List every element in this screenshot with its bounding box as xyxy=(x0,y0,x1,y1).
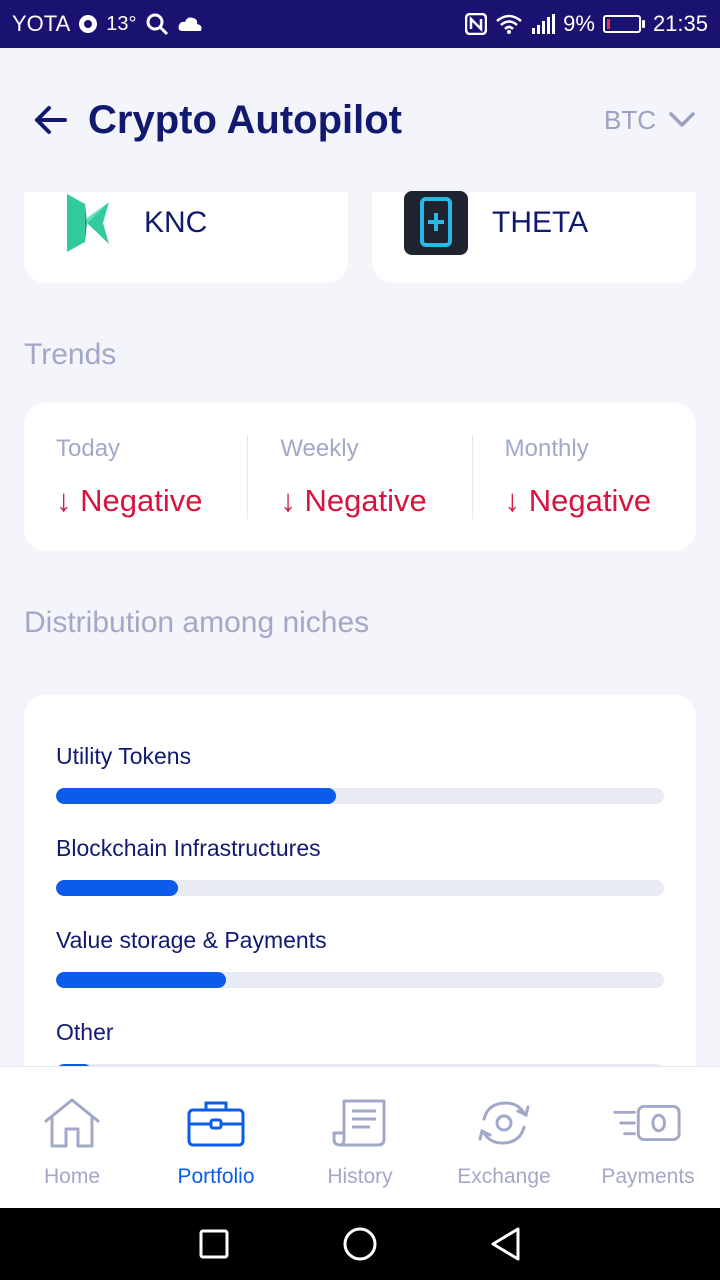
nav-exchange[interactable]: Exchange xyxy=(432,1067,576,1208)
theta-logo xyxy=(404,190,468,255)
app-header: Crypto Autopilot BTC xyxy=(0,48,720,192)
trend-today: Today ↓ Negative xyxy=(24,435,247,519)
distribution-heading: Distribution among niches xyxy=(24,606,370,639)
coin-name: THETA xyxy=(492,205,589,239)
battery-icon xyxy=(602,15,645,33)
recent-apps-icon xyxy=(199,1229,229,1259)
nav-portfolio[interactable]: Portfolio xyxy=(144,1067,288,1208)
coin-card-theta[interactable]: THETA xyxy=(372,190,696,283)
home-icon xyxy=(37,1095,107,1151)
niche-progress-track xyxy=(56,788,664,804)
back-system-button[interactable] xyxy=(486,1224,526,1264)
niche-progress-fill xyxy=(56,972,227,988)
nav-label: Payments xyxy=(601,1165,695,1188)
trend-monthly: Monthly ↓ Negative xyxy=(471,435,696,519)
chrome-icon xyxy=(78,14,98,34)
system-navigation-bar xyxy=(0,1208,720,1280)
status-bar: YOTA 13° 9% 21:35 xyxy=(0,0,720,48)
back-button[interactable] xyxy=(30,100,70,140)
nav-label: Portfolio xyxy=(177,1165,255,1188)
carrier-label: YOTA xyxy=(12,11,71,36)
home-circle-icon xyxy=(343,1227,377,1261)
trend-weekly: Weekly ↓ Negative xyxy=(247,435,471,519)
page-title: Crypto Autopilot xyxy=(88,97,403,142)
trend-value: ↓ Negative xyxy=(280,483,427,518)
coin-name: KNC xyxy=(144,205,208,239)
niche-label: Blockchain Infrastructures xyxy=(56,835,321,861)
fast-payment-icon xyxy=(613,1095,683,1151)
currency-label: BTC xyxy=(604,104,656,135)
search-icon xyxy=(145,12,169,36)
trend-label: Today xyxy=(56,435,121,462)
trend-label: Monthly xyxy=(504,435,589,462)
nav-history[interactable]: History xyxy=(288,1067,432,1208)
back-triangle-icon xyxy=(491,1227,520,1261)
niche-progress-track xyxy=(56,972,664,988)
bottom-navigation: Home Portfolio History Exchange Payments xyxy=(0,1066,720,1208)
chevron-down-icon xyxy=(669,112,695,127)
recent-apps-button[interactable] xyxy=(194,1224,234,1264)
niche-value-storage-payments: Value storage & Payments xyxy=(56,927,664,988)
niche-progress-track xyxy=(56,880,664,896)
niche-label: Value storage & Payments xyxy=(56,927,327,953)
niche-progress-fill xyxy=(56,788,336,804)
home-system-button[interactable] xyxy=(340,1224,380,1264)
nav-label: History xyxy=(327,1165,393,1188)
nav-label: Home xyxy=(43,1165,101,1188)
niche-blockchain-infrastructures: Blockchain Infrastructures xyxy=(56,835,664,896)
niche-label: Other xyxy=(56,1019,114,1045)
currency-selector[interactable]: BTC xyxy=(604,105,696,136)
clock: 21:35 xyxy=(652,11,708,36)
nav-home[interactable]: Home xyxy=(0,1067,144,1208)
nav-payments[interactable]: Payments xyxy=(576,1067,720,1208)
trends-card: Today ↓ Negative Weekly ↓ Negative Month… xyxy=(24,403,696,551)
arrow-left-icon xyxy=(35,106,67,134)
exchange-icon xyxy=(469,1095,539,1151)
trend-label: Weekly xyxy=(280,435,359,462)
niche-label: Utility Tokens xyxy=(56,743,192,769)
kyber-network-logo xyxy=(56,191,120,255)
trend-value: ↓ Negative xyxy=(504,483,652,518)
trend-value: ↓ Negative xyxy=(56,483,203,518)
niche-utility-tokens: Utility Tokens xyxy=(56,743,664,804)
distribution-card: Utility Tokens Blockchain Infrastructure… xyxy=(24,695,696,1095)
nav-label: Exchange xyxy=(457,1165,551,1188)
wifi-icon xyxy=(495,13,523,35)
nfc-icon xyxy=(465,13,488,35)
signal-icon xyxy=(531,14,556,34)
trends-heading: Trends xyxy=(24,338,117,371)
briefcase-icon xyxy=(181,1095,251,1151)
receipt-icon xyxy=(325,1095,395,1151)
coin-card-knc[interactable]: KNC xyxy=(24,192,348,283)
battery-percent: 9% xyxy=(563,11,595,36)
temperature-label: 13° xyxy=(106,12,137,35)
niche-progress-fill xyxy=(56,880,178,896)
cloud-icon xyxy=(177,15,203,33)
